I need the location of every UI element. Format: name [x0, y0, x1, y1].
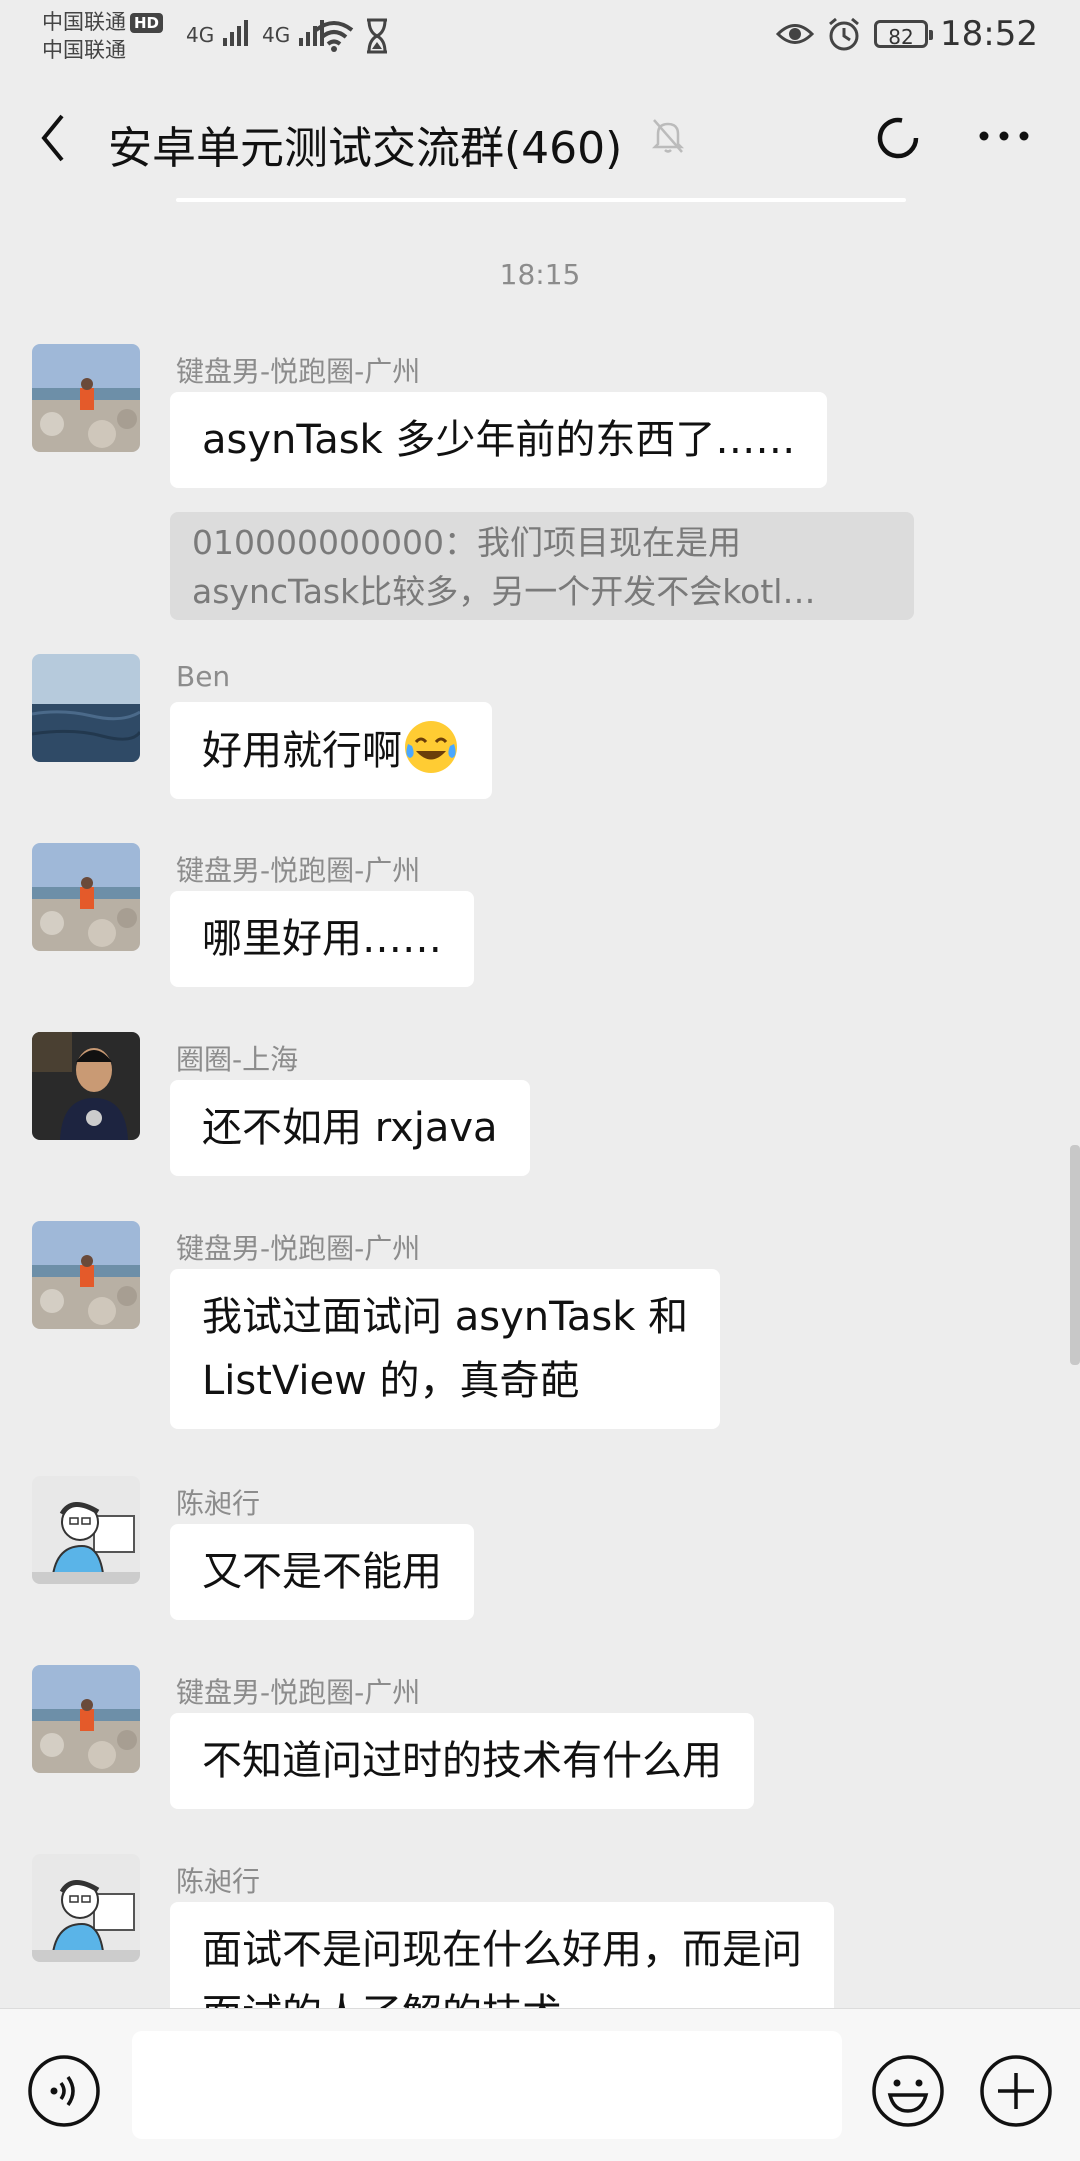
message-bubble[interactable]: 我试过面试问 asynTask 和 ListView 的，真奇葩 — [170, 1269, 721, 1429]
emoji-picker-icon[interactable] — [870, 2053, 946, 2129]
avatar[interactable] — [32, 843, 140, 951]
avatar[interactable] — [32, 1221, 140, 1329]
back-arrow-icon[interactable] — [34, 108, 74, 168]
clock: 18:52 — [940, 14, 1038, 54]
message-bubble[interactable]: 好用就行啊 — [170, 702, 492, 799]
sender-name: 键盘男-悦跑圈-广州 — [176, 854, 421, 887]
avatar[interactable] — [32, 1854, 140, 1962]
hourglass-icon — [367, 18, 387, 54]
chat-timestamp: 18:15 — [499, 258, 581, 291]
sender-name: Ben — [176, 660, 231, 693]
wifi-icon — [314, 21, 354, 52]
carrier-2: 中国联通 — [42, 38, 126, 62]
sender-name: 键盘男-悦跑圈-广州 — [176, 355, 421, 388]
message-bubble[interactable]: asynTask 多少年前的东西了…… — [170, 392, 828, 488]
signal-1-icon: 4G — [186, 18, 251, 48]
message-bubble[interactable]: 哪里好用…… — [170, 891, 474, 987]
avatar[interactable] — [32, 344, 140, 452]
message-text: 好用就行啊 — [202, 728, 402, 774]
input-bar — [0, 2008, 1080, 2161]
loading-refresh-icon[interactable] — [872, 112, 924, 164]
more-options-icon[interactable] — [976, 116, 1032, 156]
message-line: 我试过面试问 asynTask 和 — [202, 1294, 689, 1340]
status-bar: 中国联通 HD 中国联通 4G 4G 82 18:52 — [0, 0, 1080, 72]
hd-badge: HD — [130, 13, 164, 33]
message-text: 又不是不能用 — [202, 1549, 442, 1595]
avatar[interactable] — [32, 1665, 140, 1773]
message-line: 面试不是问现在什么好用，而是问 — [202, 1927, 802, 1973]
message-text: 不知道问过时的技术有什么用 — [202, 1738, 722, 1784]
status-right: 82 18:52 — [776, 14, 1038, 54]
sender-name: 圈圈-上海 — [176, 1043, 299, 1076]
carrier-info: 中国联通 HD 中国联通 — [42, 8, 164, 64]
chat-title: 安卓单元测试交流群(460) — [108, 123, 623, 174]
avatar[interactable] — [32, 1476, 140, 1584]
sender-name: 陈昶行 — [176, 1865, 261, 1898]
more-functions-plus-icon[interactable] — [978, 2053, 1054, 2129]
carrier-1: 中国联通 — [42, 10, 126, 34]
message-bubble[interactable]: 还不如用 rxjava — [170, 1080, 530, 1176]
quote-line: asyncTask比较多，另一个开发不会kotl… — [192, 572, 816, 611]
message-line: ListView 的，真奇葩 — [202, 1358, 580, 1404]
avatar[interactable] — [32, 1032, 140, 1140]
message-bubble[interactable]: 又不是不能用 — [170, 1524, 474, 1620]
message-text: 还不如用 rxjava — [202, 1105, 498, 1151]
voice-input-icon[interactable] — [26, 2053, 102, 2129]
tears-of-joy-emoji-icon — [405, 721, 457, 773]
network-type-2: 4G — [262, 23, 291, 47]
avatar[interactable] — [32, 654, 140, 762]
eye-icon — [776, 24, 815, 44]
message-text: asynTask 多少年前的东西了…… — [202, 417, 796, 463]
message-input[interactable] — [132, 2031, 842, 2139]
sender-name: 陈昶行 — [176, 1487, 261, 1520]
sender-name: 键盘男-悦跑圈-广州 — [176, 1232, 421, 1265]
quoted-message[interactable]: 010000000000：我们项目现在是用 asyncTask比较多，另一个开发… — [170, 512, 914, 620]
message-text: 哪里好用…… — [202, 916, 442, 962]
quote-line: 010000000000：我们项目现在是用 — [192, 523, 741, 562]
previous-message-edge — [176, 198, 906, 202]
battery-indicator: 82 — [874, 20, 934, 49]
scrollbar[interactable] — [1070, 1145, 1080, 1365]
chat-header: 安卓单元测试交流群(460) — [0, 72, 1080, 202]
sender-name: 键盘男-悦跑圈-广州 — [176, 1676, 421, 1709]
network-type-1: 4G — [186, 23, 215, 47]
message-bubble[interactable]: 不知道问过时的技术有什么用 — [170, 1713, 754, 1809]
mute-bell-icon — [651, 119, 685, 153]
alarm-icon — [829, 17, 859, 51]
